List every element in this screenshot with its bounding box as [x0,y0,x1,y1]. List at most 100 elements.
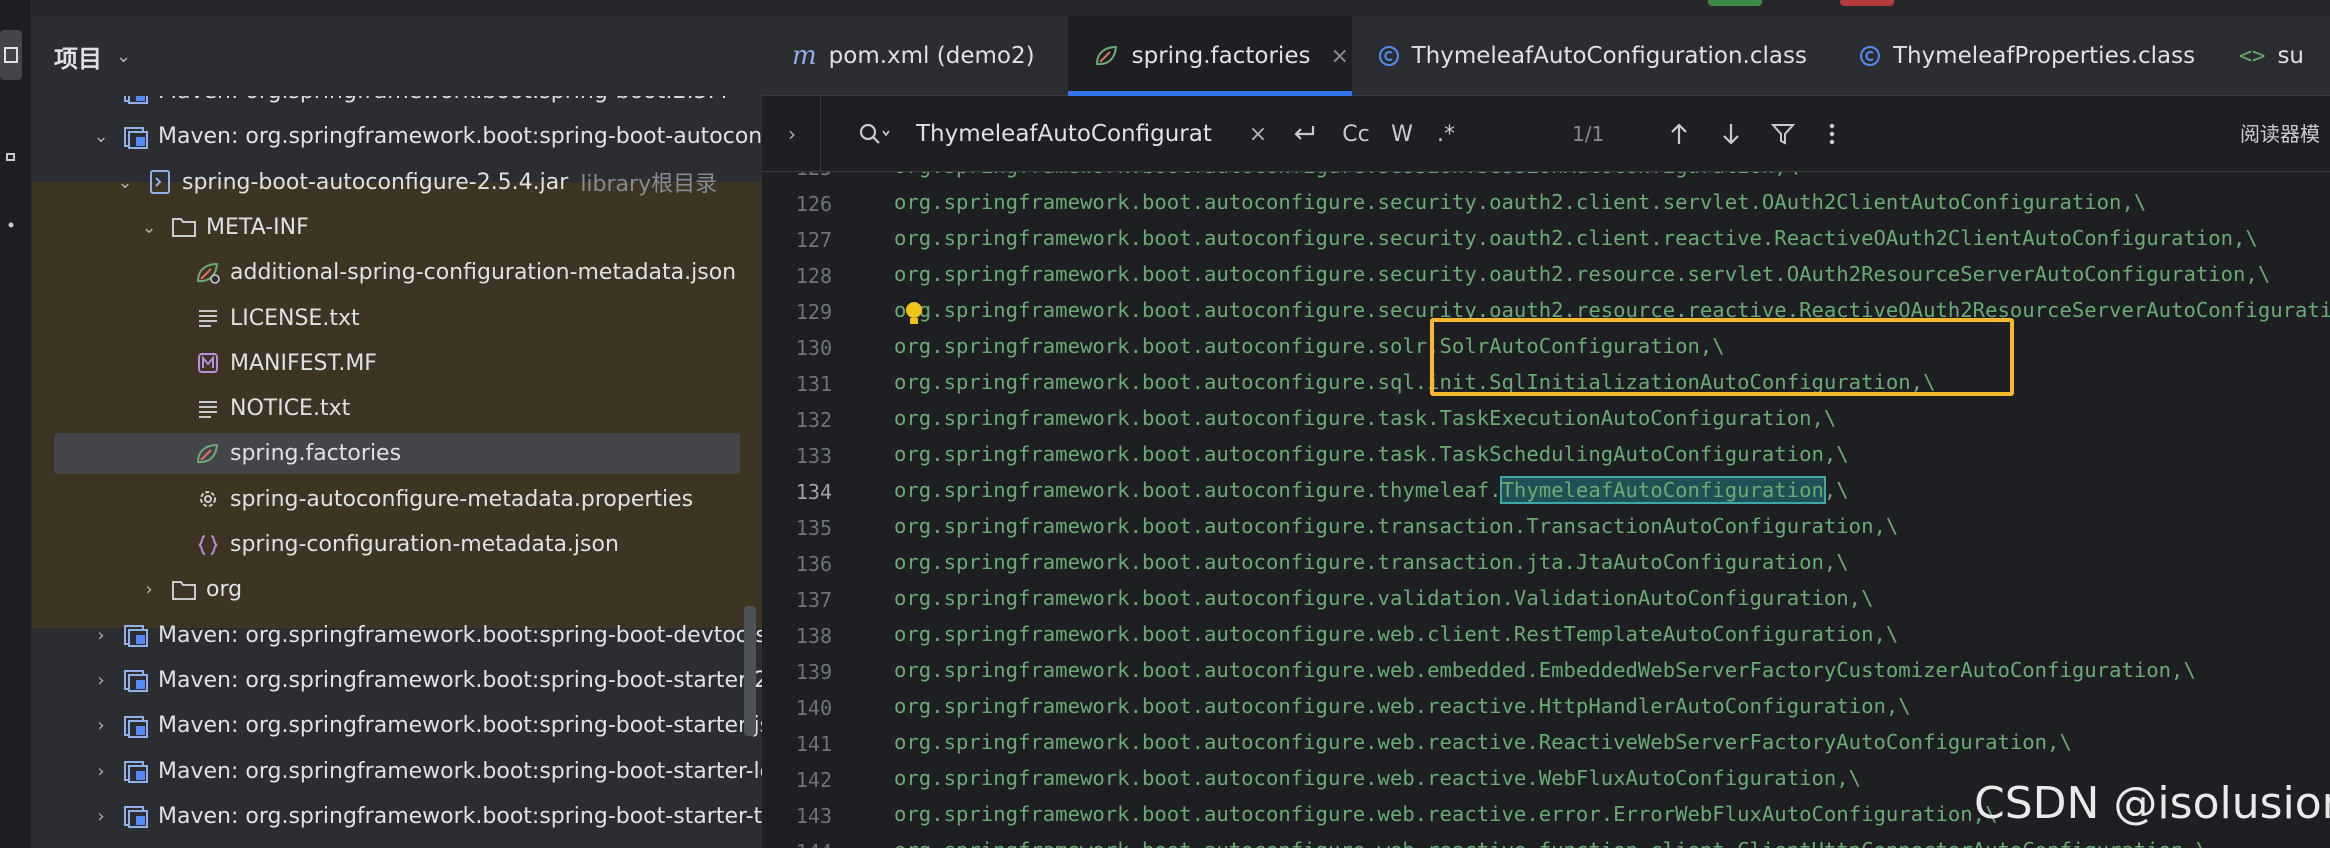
project-tree-scrollbar[interactable] [744,606,756,736]
chevron-down-icon[interactable]: ⌄ [138,217,160,238]
project-panel-header[interactable]: 项目 ⌄ [32,16,762,96]
editor-tab[interactable]: spring.factories × [1067,16,1352,96]
code-line[interactable]: org.springframework.boot.autoconfigure.w… [894,658,2196,682]
code-line[interactable]: org.springframework.boot.autoconfigure.s… [894,172,1799,178]
code-line[interactable]: org.springframework.boot.autoconfigure.w… [894,802,1997,826]
gear-icon [194,485,222,513]
close-icon[interactable]: × [1330,44,1348,69]
editor-tab-label: ThymeleafProperties.class [1892,43,2196,69]
tree-item-label: Maven: org.springframework.boot:spring-b… [158,667,762,693]
chevron-right-icon[interactable]: › [90,715,112,736]
regex-button[interactable]: .* [1428,96,1464,172]
chevron-right-icon[interactable]: › [90,761,112,782]
code-line[interactable]: org.springframework.boot.autoconfigure.s… [894,334,1725,358]
code-line[interactable]: org.springframework.boot.autoconfigure.t… [894,550,1849,574]
code-line[interactable]: org.springframework.boot.autoconfigure.w… [894,694,1911,718]
code-line[interactable]: org.springframework.boot.autoconfigure.s… [894,262,2270,286]
tree-item[interactable]: LICENSE.txt [32,296,762,341]
tree-item[interactable]: › Maven: org.springframework.boot:spring-… [32,613,762,658]
code-line[interactable]: org.springframework.boot.autoconfigure.w… [894,622,1898,646]
tree-item[interactable]: › Maven: org.springframework.boot:spring-… [32,96,762,114]
chevron-down-icon[interactable]: ⌄ [114,172,136,193]
tree-item-label: META-INF [206,214,309,240]
chevron-right-icon[interactable]: › [138,579,160,600]
maven-library-icon [122,621,150,649]
code-line[interactable]: org.springframework.boot.autoconfigure.w… [894,766,1861,790]
search-icon[interactable] [858,96,892,172]
manifest-icon [194,349,222,377]
tree-item[interactable]: › Maven: org.springframework.boot:spring-… [32,749,762,794]
arrow-up-icon[interactable] [1662,96,1696,172]
editor-tab[interactable]: <> su [2213,16,2330,96]
editor-tab[interactable]: m pom.xml (demo2) [762,16,1068,96]
more-options-icon[interactable] [1820,96,1844,172]
tree-item[interactable]: › Maven: org.springframework.boot:spring-… [32,703,762,748]
chevron-right-icon[interactable]: › [90,625,112,646]
reader-mode-label[interactable]: 阅读器模 [2240,118,2320,147]
code-line[interactable]: org.springframework.boot.autoconfigure.t… [894,476,1849,504]
tree-item[interactable]: › Maven: org.springframework.boot:spring-… [32,658,762,703]
code-line[interactable]: org.springframework.boot.autoconfigure.v… [894,586,1873,610]
editor-tab-label: spring.factories [1131,43,1311,69]
tree-item-label: spring-boot-autoconfigure-2.5.4.jar [182,169,569,195]
tree-item-label: Maven: org.springframework.boot:spring-b… [158,758,762,784]
spring-json-icon [194,259,222,287]
code-line[interactable]: org.springframework.boot.autoconfigure.t… [894,406,1836,430]
code-icon: <> [2238,43,2266,69]
chevron-down-icon[interactable]: ⌄ [90,126,112,147]
tree-item[interactable]: ⌄ META-INF [32,205,762,250]
maven-library-icon [122,96,150,106]
tree-item[interactable]: ⌄ spring-boot-autoconfigure-2.5.4.jar libr… [32,160,762,205]
line-number: 142 [795,768,832,792]
tree-item[interactable]: spring.factories [32,431,762,476]
line-number: 130 [795,336,832,360]
tree-item-label: Maven: org.springframework.boot:spring-b… [158,124,762,150]
match-case-button[interactable]: Cc [1336,96,1376,172]
code-line[interactable]: org.springframework.boot.autoconfigure.w… [894,730,2072,754]
project-tool-icon[interactable] [0,30,22,80]
tree-item-label: additional-spring-configuration-metadata… [230,260,737,286]
code-line[interactable]: org.springframework.boot.autoconfigure.s… [894,226,2258,250]
code-line[interactable]: org.springframework.boot.autoconfigure.t… [894,514,1898,538]
tree-item[interactable]: ⌄ Maven: org.springframework.boot:spring-… [32,114,762,159]
tree-item[interactable]: MANIFEST.MF [32,341,762,386]
tree-item[interactable]: additional-spring-configuration-metadata… [32,250,762,295]
tree-item[interactable]: › org [32,567,762,612]
chevron-down-icon[interactable]: ⌄ [116,46,131,67]
line-number: 135 [795,516,832,540]
match-count: 1/1 [1572,122,1605,146]
clear-search-icon[interactable]: × [1244,96,1272,172]
chevron-right-icon[interactable]: › [90,670,112,691]
arrow-down-icon[interactable] [1714,96,1748,172]
tree-item[interactable]: spring-configuration-metadata.json [32,522,762,567]
newline-icon[interactable] [1286,96,1322,172]
editor-tab-label: pom.xml (demo2) [828,43,1035,69]
search-input[interactable] [914,96,1214,172]
code-line[interactable]: org.springframework.boot.autoconfigure.s… [894,298,2330,322]
tree-item-label: Maven: org.springframework.boot:spring-b… [158,96,729,104]
tree-item[interactable]: NOTICE.txt [32,386,762,431]
code-line[interactable]: org.springframework.boot.autoconfigure.s… [894,190,2146,214]
expand-replace-toggle[interactable]: › [778,96,806,172]
class-icon [1859,45,1881,67]
code-line[interactable]: org.springframework.boot.autoconfigure.w… [894,838,2208,848]
code-line[interactable]: org.springframework.boot.autoconfigure.t… [894,442,1849,466]
editor-tab[interactable]: ThymeleafAutoConfiguration.class [1352,16,1833,96]
chevron-right-icon[interactable]: › [90,806,112,827]
structure-tool-icon[interactable] [0,132,22,182]
code-editor[interactable]: 125 org.springframework.boot.autoconfigur… [762,172,2330,848]
code-line[interactable]: org.springframework.boot.autoconfigure.s… [894,370,1935,394]
editor-tab[interactable]: ThymeleafProperties.class [1833,16,2213,96]
filter-icon[interactable] [1766,96,1800,172]
tree-item[interactable]: spring-autoconfigure-metadata.properties [32,477,762,522]
more-tools-icon[interactable] [0,200,22,250]
tree-item-label: Maven: org.springframework.boot:spring-b… [158,803,762,829]
lightbulb-icon[interactable] [904,300,924,332]
line-number: 132 [795,408,832,432]
line-number: 141 [795,732,832,756]
tree-item[interactable]: › Maven: org.springframework.boot:spring-… [32,794,762,839]
project-tree: › Maven: org.springframework.boot:spring-… [32,96,762,848]
whole-words-button[interactable]: W [1386,96,1418,172]
line-number: 144 [762,840,832,848]
chevron-right-icon[interactable]: › [90,96,112,102]
